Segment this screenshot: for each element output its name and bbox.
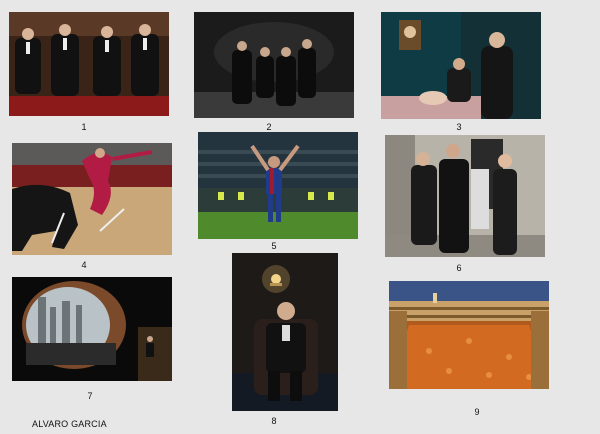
photo-2[interactable] xyxy=(194,12,354,118)
photo-5-number: 5 xyxy=(271,241,277,251)
photo-4[interactable] xyxy=(12,143,172,255)
photo-9[interactable] xyxy=(389,281,549,389)
photographer-credit: ALVARO GARCIA xyxy=(32,419,107,429)
photo-8-number: 8 xyxy=(271,416,277,426)
photo-6[interactable] xyxy=(385,135,545,257)
photo-7[interactable] xyxy=(12,277,172,381)
photo-1-number: 1 xyxy=(81,122,87,132)
photo-9-number: 9 xyxy=(474,407,480,417)
photo-2-number: 2 xyxy=(266,122,272,132)
photo-7-number: 7 xyxy=(87,391,93,401)
photo-1[interactable] xyxy=(9,12,169,116)
photo-3[interactable] xyxy=(381,12,541,119)
photo-3-number: 3 xyxy=(456,122,462,132)
photo-4-number: 4 xyxy=(81,260,87,270)
photo-5[interactable] xyxy=(198,132,358,239)
photo-8[interactable] xyxy=(232,253,338,411)
photo-6-number: 6 xyxy=(456,263,462,273)
